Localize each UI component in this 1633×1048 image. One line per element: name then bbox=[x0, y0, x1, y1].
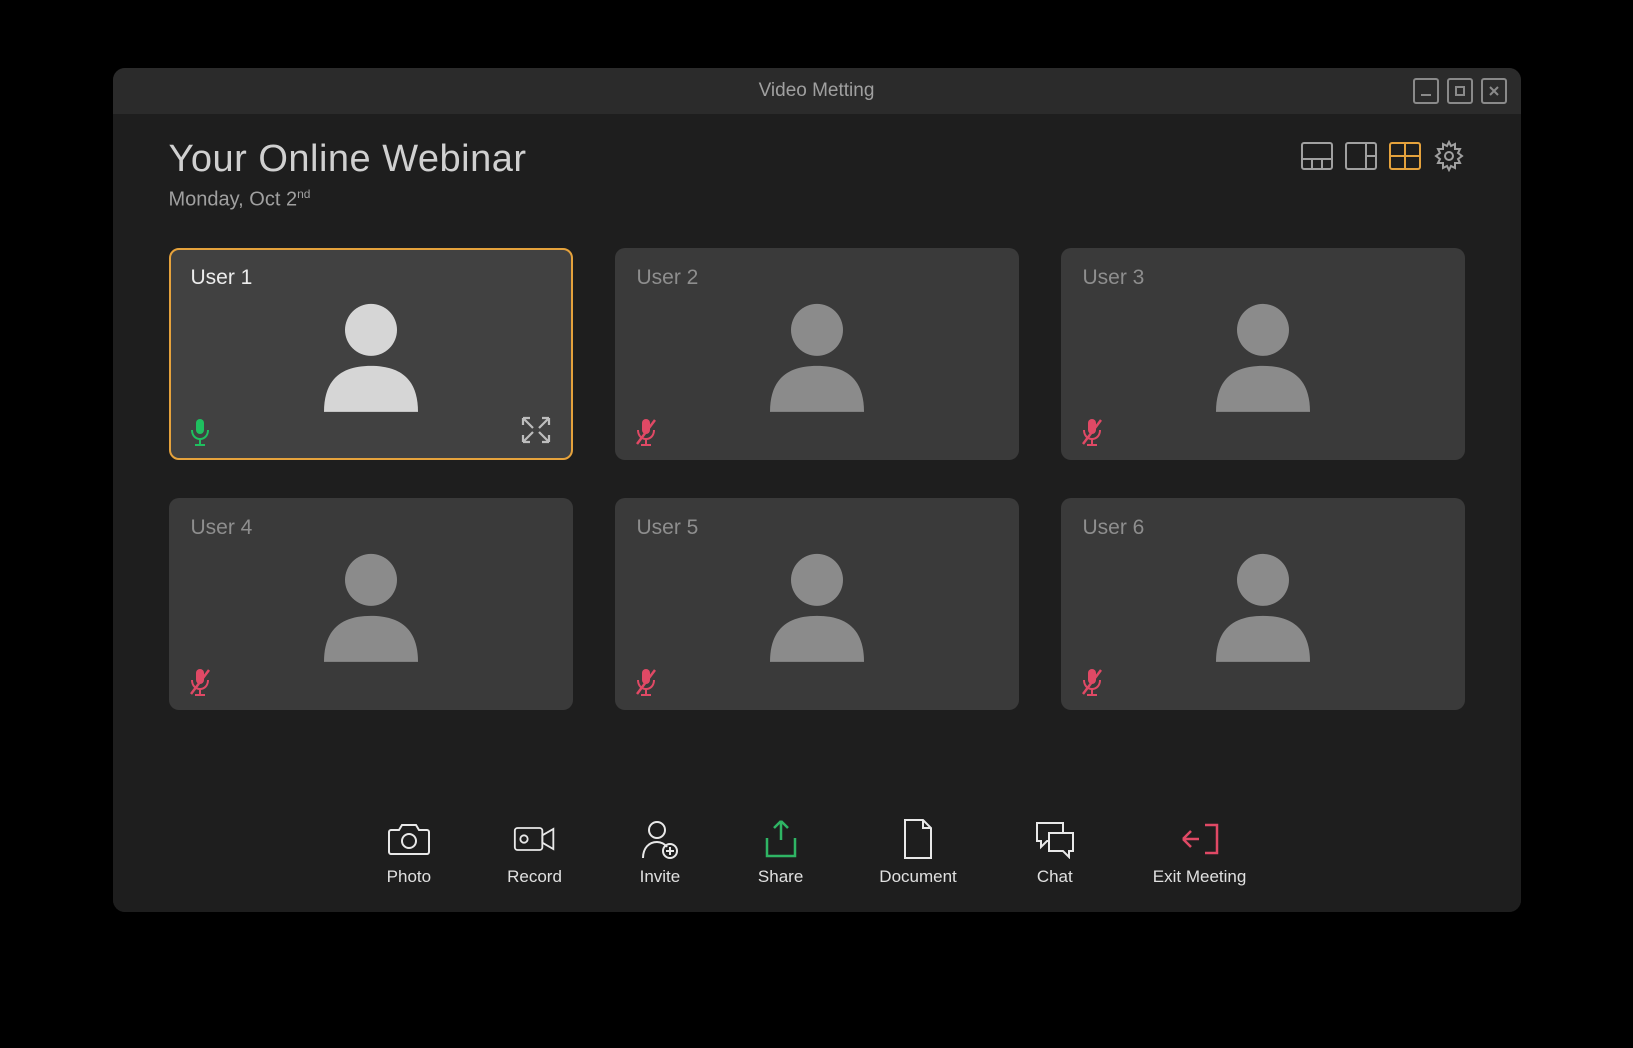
title-bar: Video Metting bbox=[113, 68, 1521, 114]
minimize-button[interactable] bbox=[1413, 78, 1439, 104]
layout-speaker-icon[interactable] bbox=[1301, 142, 1333, 170]
mic-on-icon[interactable] bbox=[189, 418, 211, 446]
document-icon bbox=[896, 819, 940, 859]
invite-label: Invite bbox=[640, 867, 681, 887]
exit-label: Exit Meeting bbox=[1153, 867, 1247, 887]
meeting-info: Your Online Webinar Monday, Oct 2nd bbox=[169, 138, 527, 212]
record-label: Record bbox=[507, 867, 562, 887]
share-icon bbox=[759, 819, 803, 859]
chat-icon bbox=[1033, 819, 1077, 859]
settings-icon[interactable] bbox=[1433, 140, 1465, 172]
avatar-icon bbox=[1198, 542, 1328, 677]
exit-icon bbox=[1178, 819, 1222, 859]
document-button[interactable]: Document bbox=[879, 819, 956, 887]
exit-meeting-button[interactable]: Exit Meeting bbox=[1153, 819, 1247, 887]
participant-name: User 1 bbox=[191, 266, 253, 290]
meeting-date: Monday, Oct 2nd bbox=[169, 187, 527, 212]
mic-muted-icon[interactable] bbox=[189, 668, 211, 696]
expand-icon[interactable] bbox=[519, 416, 553, 444]
layout-sidebar-icon[interactable] bbox=[1345, 142, 1377, 170]
document-label: Document bbox=[879, 867, 956, 887]
record-button[interactable]: Record bbox=[507, 819, 562, 887]
chat-button[interactable]: Chat bbox=[1033, 819, 1077, 887]
participant-tile[interactable]: User 4 bbox=[169, 498, 573, 710]
mic-muted-icon[interactable] bbox=[635, 668, 657, 696]
share-button[interactable]: Share bbox=[758, 819, 803, 887]
maximize-button[interactable] bbox=[1447, 78, 1473, 104]
window-title: Video Metting bbox=[759, 80, 875, 102]
invite-button[interactable]: Invite bbox=[638, 819, 682, 887]
participant-name: User 3 bbox=[1083, 266, 1145, 290]
app-window: Video Metting Your Online Webinar Monday… bbox=[113, 68, 1521, 912]
avatar-icon bbox=[752, 542, 882, 677]
header: Your Online Webinar Monday, Oct 2nd bbox=[169, 138, 1465, 212]
mic-muted-icon[interactable] bbox=[1081, 668, 1103, 696]
camera-icon bbox=[387, 819, 431, 859]
window-controls bbox=[1413, 78, 1507, 104]
participant-name: User 4 bbox=[191, 516, 253, 540]
close-button[interactable] bbox=[1481, 78, 1507, 104]
chat-label: Chat bbox=[1037, 867, 1073, 887]
participant-name: User 6 bbox=[1083, 516, 1145, 540]
participant-tile[interactable]: User 2 bbox=[615, 248, 1019, 460]
bottom-toolbar: Photo Record I bbox=[113, 802, 1521, 912]
avatar-icon bbox=[306, 542, 436, 677]
layout-grid-icon[interactable] bbox=[1389, 142, 1421, 170]
participant-tile[interactable]: User 6 bbox=[1061, 498, 1465, 710]
record-icon bbox=[513, 819, 557, 859]
main-content: Your Online Webinar Monday, Oct 2nd bbox=[113, 114, 1521, 802]
participant-name: User 5 bbox=[637, 516, 699, 540]
avatar-icon bbox=[306, 292, 436, 427]
photo-label: Photo bbox=[387, 867, 431, 887]
share-label: Share bbox=[758, 867, 803, 887]
photo-button[interactable]: Photo bbox=[387, 819, 431, 887]
participant-grid: User 1 User 2 User 3 User 4 User 5 User 6 bbox=[169, 248, 1465, 710]
avatar-icon bbox=[1198, 292, 1328, 427]
participant-tile[interactable]: User 5 bbox=[615, 498, 1019, 710]
mic-muted-icon[interactable] bbox=[1081, 418, 1103, 446]
mic-muted-icon[interactable] bbox=[635, 418, 657, 446]
participant-tile[interactable]: User 3 bbox=[1061, 248, 1465, 460]
meeting-title: Your Online Webinar bbox=[169, 138, 527, 181]
avatar-icon bbox=[752, 292, 882, 427]
layout-controls bbox=[1301, 140, 1465, 172]
invite-icon bbox=[638, 819, 682, 859]
participant-tile[interactable]: User 1 bbox=[169, 248, 573, 460]
participant-name: User 2 bbox=[637, 266, 699, 290]
